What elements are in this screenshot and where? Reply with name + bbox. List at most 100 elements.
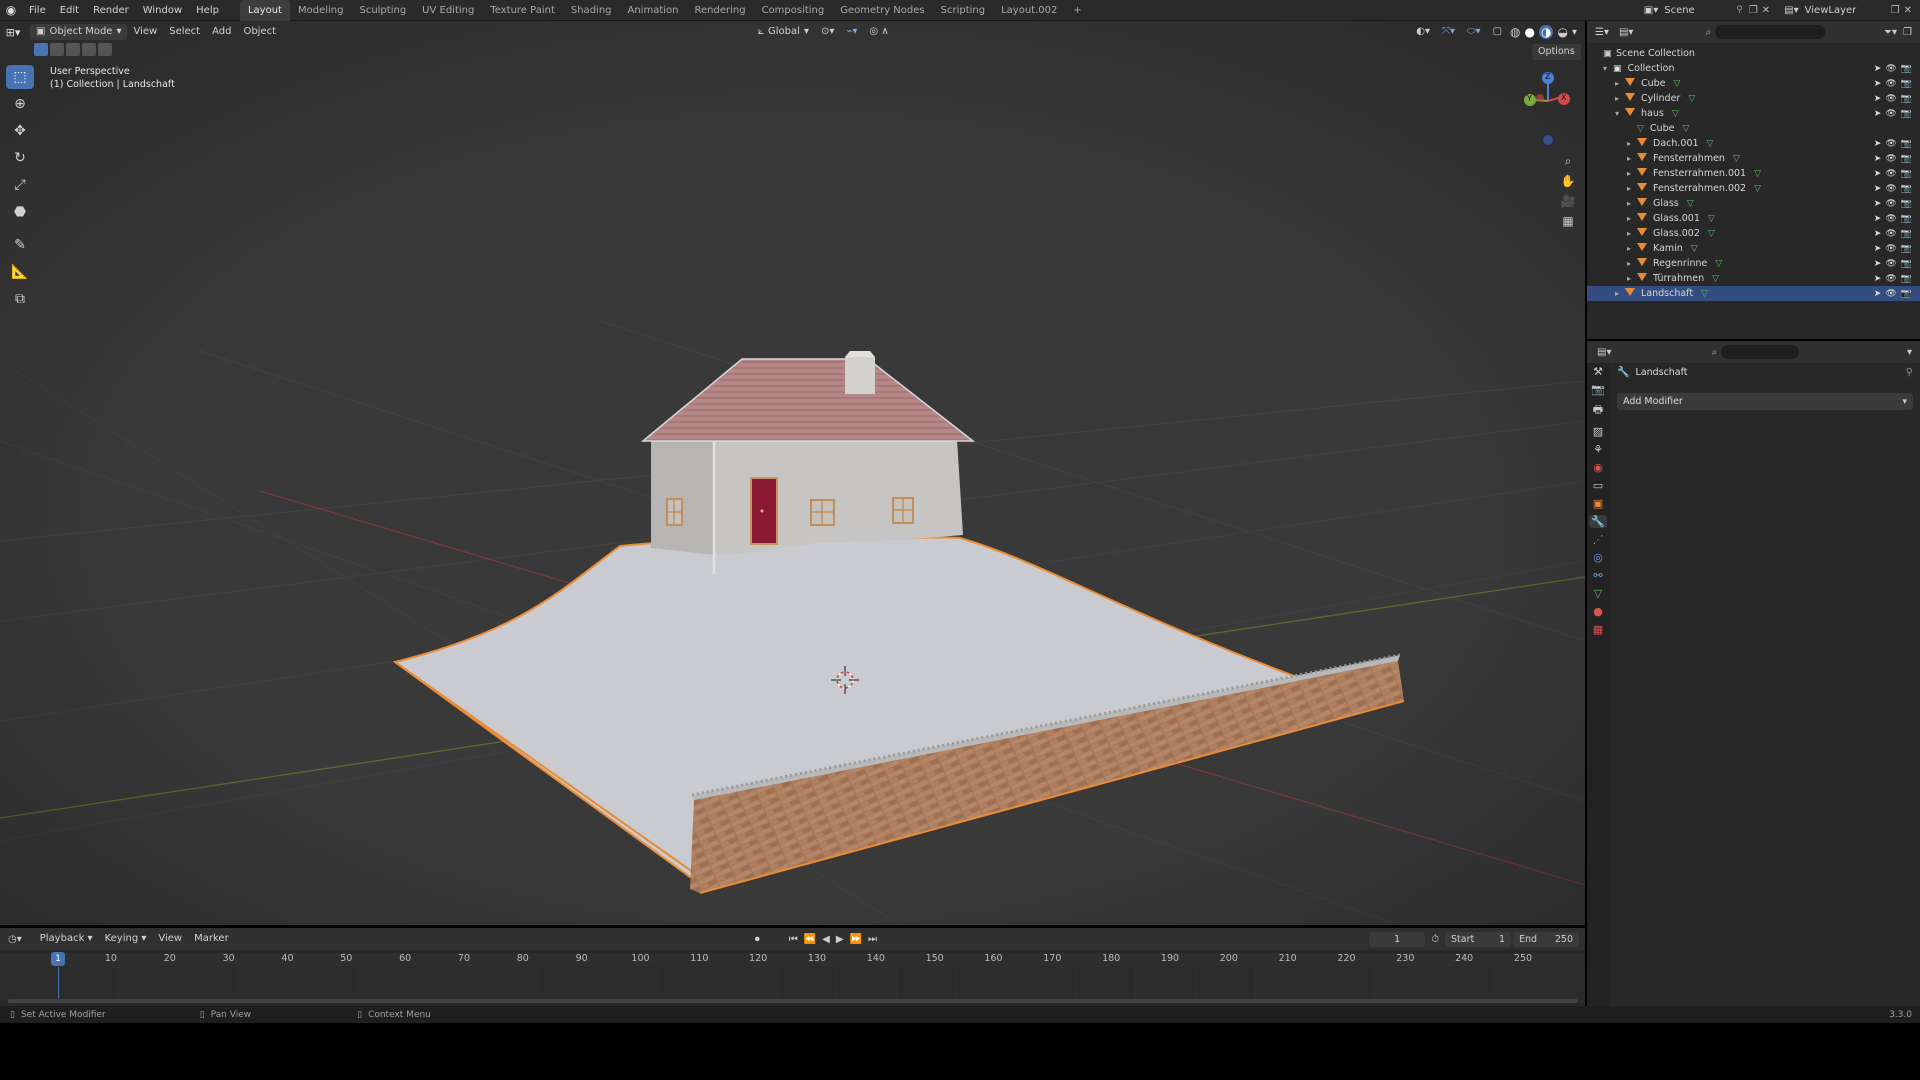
select-extend-icon[interactable] xyxy=(50,43,64,56)
selectable-icon[interactable]: ➤ xyxy=(1874,94,1882,104)
outliner-row[interactable]: ▾ ▣ Collection ➤ 👁 📷 xyxy=(1587,61,1920,76)
menu-select[interactable]: Select xyxy=(163,24,206,40)
properties-options-icon[interactable]: ▾ xyxy=(1907,347,1912,358)
new-collection-icon[interactable]: ❐ xyxy=(1903,27,1912,38)
scale-tool-icon[interactable]: ⤢ xyxy=(6,173,34,197)
collection-tab-icon[interactable]: ▭ xyxy=(1593,479,1603,492)
modifier-tab-icon[interactable]: 🔧 xyxy=(1589,515,1607,528)
selectable-icon[interactable]: ➤ xyxy=(1874,229,1882,239)
select-tool-icon[interactable]: ⬚ xyxy=(6,65,34,89)
menu-window[interactable]: Window xyxy=(136,0,189,21)
outliner-row[interactable]: ▸ Dach.001 ▽ ➤ 👁 📷 xyxy=(1587,136,1920,151)
render-camera-icon[interactable]: 📷 xyxy=(1901,199,1912,209)
view-layer-name[interactable]: ViewLayer xyxy=(1805,5,1891,16)
visibility-icon[interactable]: ◐▾ xyxy=(1410,24,1436,40)
tab-scripting[interactable]: Scripting xyxy=(933,0,993,21)
tab-geometry-nodes[interactable]: Geometry Nodes xyxy=(832,0,932,21)
expand-arrow-right-icon[interactable]: ▸ xyxy=(1627,229,1637,238)
menu-keying[interactable]: Keying ▾ xyxy=(99,931,153,947)
select-box-icon[interactable] xyxy=(34,43,48,56)
render-camera-icon[interactable]: 📷 xyxy=(1901,244,1912,254)
eye-icon[interactable]: 👁 xyxy=(1885,214,1896,224)
selectable-icon[interactable]: ➤ xyxy=(1874,289,1882,299)
object-tab-icon[interactable]: ▣ xyxy=(1593,497,1603,510)
outliner-row[interactable]: ▸ Landschaft ▽ ➤ 👁 📷 xyxy=(1587,286,1920,301)
tab-texture-paint[interactable]: Texture Paint xyxy=(482,0,563,21)
outliner-row[interactable]: ▸ Fensterrahmen.001 ▽ ➤ 👁 📷 xyxy=(1587,166,1920,181)
transform-orientation[interactable]: ⟀ Global ▾ xyxy=(752,24,815,40)
eye-icon[interactable]: 👁 xyxy=(1885,244,1896,254)
mode-selector[interactable]: ▣ Object Mode ▾ xyxy=(30,24,128,40)
transform-tool-icon[interactable]: ⬣ xyxy=(6,200,34,224)
outliner-row[interactable]: ▸ Türrahmen ▽ ➤ 👁 📷 xyxy=(1587,271,1920,286)
eye-icon[interactable]: 👁 xyxy=(1885,139,1896,149)
overlay-toggle-icon[interactable]: ⬭▾ xyxy=(1461,24,1487,40)
menu-view[interactable]: View xyxy=(127,24,163,40)
menu-file[interactable]: File xyxy=(22,0,53,21)
start-frame-field[interactable]: Start 1 xyxy=(1445,931,1511,947)
end-frame-field[interactable]: End 250 xyxy=(1513,931,1579,947)
properties-editor-icon[interactable]: ▤▾ xyxy=(1597,347,1611,358)
view-layer-icon[interactable]: ▤▾ xyxy=(1784,5,1798,16)
properties-search-icon[interactable]: ⌕ xyxy=(1711,347,1717,358)
selectable-icon[interactable]: ➤ xyxy=(1874,109,1882,119)
eye-icon[interactable]: 👁 xyxy=(1885,274,1896,284)
proportional-edit-icon[interactable]: ◎ ∧ xyxy=(863,24,894,40)
frame-ruler[interactable]: 10 20 30 40 50 60 70 80 90 100 110 120 130 140 150 160 1… xyxy=(0,953,1585,967)
move-tool-icon[interactable]: ✥ xyxy=(6,119,34,143)
material-shading-icon[interactable]: ◑ xyxy=(1539,25,1554,39)
selectable-icon[interactable]: ➤ xyxy=(1874,244,1882,254)
expand-arrow-right-icon[interactable]: ▸ xyxy=(1627,214,1637,223)
add-workspace-button[interactable]: + xyxy=(1065,0,1089,21)
jump-start-icon[interactable]: ⏮ xyxy=(789,934,798,945)
texture-tab-icon[interactable]: ▦ xyxy=(1593,623,1603,636)
render-tab-icon[interactable]: 📷 xyxy=(1591,383,1605,396)
wireframe-shading-icon[interactable]: ◍ xyxy=(1510,25,1520,39)
expand-arrow-down-icon[interactable]: ▾ xyxy=(1615,109,1625,118)
menu-timeline-view[interactable]: View xyxy=(152,931,188,947)
outliner-row[interactable]: ▸ Fensterrahmen.002 ▽ ➤ 👁 📷 xyxy=(1587,181,1920,196)
selectable-icon[interactable]: ➤ xyxy=(1874,64,1882,74)
camera-view-icon[interactable]: 🎥 xyxy=(1558,191,1578,211)
outliner-row[interactable]: ▸ Fensterrahmen ▽ ➤ 👁 📷 xyxy=(1587,151,1920,166)
data-tab-icon[interactable]: ▽ xyxy=(1594,587,1602,600)
menu-render[interactable]: Render xyxy=(86,0,136,21)
outliner-editor-icon[interactable]: ☰▾ xyxy=(1595,27,1609,38)
expand-arrow-right-icon[interactable]: ▸ xyxy=(1615,94,1625,103)
eye-icon[interactable]: 👁 xyxy=(1885,259,1896,269)
eye-icon[interactable]: 👁 xyxy=(1885,184,1896,194)
jump-end-icon[interactable]: ⏭ xyxy=(868,934,877,945)
selectable-icon[interactable]: ➤ xyxy=(1874,259,1882,269)
tab-modeling[interactable]: Modeling xyxy=(290,0,352,21)
blender-logo-icon[interactable]: ◉ xyxy=(0,3,22,17)
expand-arrow-right-icon[interactable]: ▸ xyxy=(1615,79,1625,88)
selectable-icon[interactable]: ➤ xyxy=(1874,184,1882,194)
tool-tab-icon[interactable]: ⚒ xyxy=(1593,365,1603,378)
particles-tab-icon[interactable]: ⋰ xyxy=(1593,533,1604,546)
timeline-scrollbar[interactable] xyxy=(8,999,1578,1003)
outliner-row[interactable]: ▸ Glass.002 ▽ ➤ 👁 📷 xyxy=(1587,226,1920,241)
select-invert-icon[interactable] xyxy=(82,43,96,56)
render-camera-icon[interactable]: 📷 xyxy=(1901,109,1912,119)
expand-arrow-right-icon[interactable]: ▸ xyxy=(1627,259,1637,268)
selectable-icon[interactable]: ➤ xyxy=(1874,274,1882,284)
pan-hand-icon[interactable]: ✋ xyxy=(1558,171,1578,191)
snap-icon[interactable]: ⌁▾ xyxy=(840,24,863,40)
tab-layout[interactable]: Layout xyxy=(239,0,290,21)
gizmo-toggle-icon[interactable]: ⤧▾ xyxy=(1436,24,1461,40)
constraints-tab-icon[interactable]: ⚯ xyxy=(1593,569,1602,582)
add-cube-tool-icon[interactable]: ⧉ xyxy=(6,287,34,311)
tab-compositing[interactable]: Compositing xyxy=(754,0,833,21)
outliner-row[interactable]: ▸ Glass.001 ▽ ➤ 👁 📷 xyxy=(1587,211,1920,226)
eye-icon[interactable]: 👁 xyxy=(1885,64,1896,74)
eye-icon[interactable]: 👁 xyxy=(1885,109,1896,119)
selectable-icon[interactable]: ➤ xyxy=(1874,139,1882,149)
expand-arrow-right-icon[interactable]: ▸ xyxy=(1627,169,1637,178)
render-camera-icon[interactable]: 📷 xyxy=(1901,184,1912,194)
expand-arrow-right-icon[interactable]: ▸ xyxy=(1615,289,1625,298)
output-tab-icon[interactable]: 🖶 xyxy=(1593,401,1603,420)
measure-tool-icon[interactable]: 📐 xyxy=(6,260,34,284)
expand-arrow-right-icon[interactable]: ▸ xyxy=(1627,244,1637,253)
delete-scene-icon[interactable]: ✕ xyxy=(1762,5,1770,16)
outliner-row[interactable]: ▸ Cube ▽ ➤ 👁 📷 xyxy=(1587,76,1920,91)
